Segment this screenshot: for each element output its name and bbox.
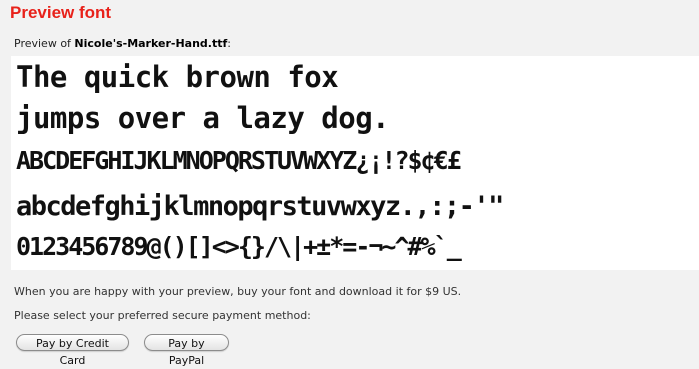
sample-line-uppercase: ABCDEFGHIJKLMNOPQRSTUVWXYZ¿¡!?$¢€£ bbox=[16, 146, 462, 175]
sample-line: The quick brown fox bbox=[16, 60, 339, 94]
sample-line-digits-symbols: 0123456789@()[]<>{}/\|+±*=-¬~^#%`_ bbox=[16, 232, 462, 261]
pay-credit-card-button[interactable]: Pay by Credit Card bbox=[16, 334, 129, 367]
purchase-message: When you are happy with your preview, bu… bbox=[14, 285, 462, 298]
sample-line: jumps over a lazy dog. bbox=[16, 101, 390, 135]
payment-prompt: Please select your preferred secure paym… bbox=[14, 309, 311, 322]
font-sample-area: The quick brown fox jumps over a lazy do… bbox=[11, 56, 699, 270]
preview-prefix: Preview of bbox=[14, 37, 71, 50]
page-title: Preview font bbox=[10, 3, 112, 22]
preview-caption: Preview of Nicole's-Marker-Hand.ttf: bbox=[14, 37, 231, 50]
sample-line-lowercase: abcdefghijklmnopqrstuvwxyz.,:;-'" bbox=[16, 191, 504, 222]
font-filename: Nicole's-Marker-Hand.ttf bbox=[74, 37, 228, 50]
pay-paypal-button[interactable]: Pay by PayPal bbox=[144, 334, 229, 367]
preview-suffix: : bbox=[227, 37, 231, 50]
